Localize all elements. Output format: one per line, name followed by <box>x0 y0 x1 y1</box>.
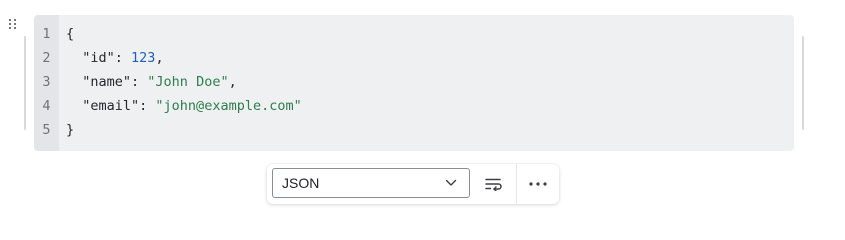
drag-dot <box>14 19 16 21</box>
drag-dot <box>9 23 11 25</box>
code-token-punc: { <box>66 26 75 42</box>
code-line: 4 "email": "john@example.com" <box>34 94 794 118</box>
code-token-punc: , <box>155 50 164 66</box>
code-token-num: 123 <box>131 50 156 66</box>
code-block-toolbar: JSON <box>267 164 559 204</box>
code-line: 5} <box>34 118 794 142</box>
code-token-str: "john@example.com" <box>155 98 302 114</box>
code-token-punc: } <box>66 122 75 138</box>
code-token-str: "John Doe" <box>147 74 229 90</box>
block-selection-bar <box>24 36 26 130</box>
code-token-key: "email" <box>66 98 140 114</box>
code-line: 3 "name": "John Doe", <box>34 70 794 94</box>
drag-dot <box>14 23 16 25</box>
drag-handle-icon[interactable] <box>9 19 21 33</box>
language-select[interactable]: JSON <box>272 168 470 198</box>
code-token-punc: , <box>228 74 237 90</box>
code-block[interactable]: 1{2 "id": 123, 3 "name": "John Doe", 4 "em… <box>34 15 794 151</box>
code-text: "id": 123, <box>66 46 164 70</box>
code-token-punc: : <box>114 50 132 66</box>
line-number: 5 <box>42 122 51 138</box>
language-select-value: JSON <box>282 175 320 191</box>
line-number: 1 <box>42 26 51 42</box>
more-options-button[interactable] <box>523 169 553 199</box>
code-token-key: "name" <box>66 74 132 90</box>
toolbar-divider <box>516 164 517 204</box>
code-line: 1{ <box>34 22 794 46</box>
drag-dot <box>9 27 11 29</box>
code-token-punc: : <box>131 74 148 90</box>
wrap-lines-icon <box>485 178 502 191</box>
drag-dot <box>14 27 16 29</box>
chevron-down-icon <box>445 179 457 186</box>
block-resize-handle[interactable] <box>802 36 804 130</box>
wrap-lines-button[interactable] <box>480 169 508 199</box>
code-text: "name": "John Doe", <box>66 70 237 94</box>
code-line: 2 "id": 123, <box>34 46 794 70</box>
line-number: 2 <box>42 50 51 66</box>
drag-dot <box>9 19 11 21</box>
code-text: } <box>66 118 74 142</box>
line-number: 3 <box>42 74 51 90</box>
code-text: "email": "john@example.com" <box>66 94 302 118</box>
line-number: 4 <box>42 98 51 114</box>
code-text: { <box>66 22 74 46</box>
code-token-punc: : <box>139 98 156 114</box>
code-token-key: "id" <box>66 50 115 66</box>
more-horizontal-icon <box>529 182 547 186</box>
